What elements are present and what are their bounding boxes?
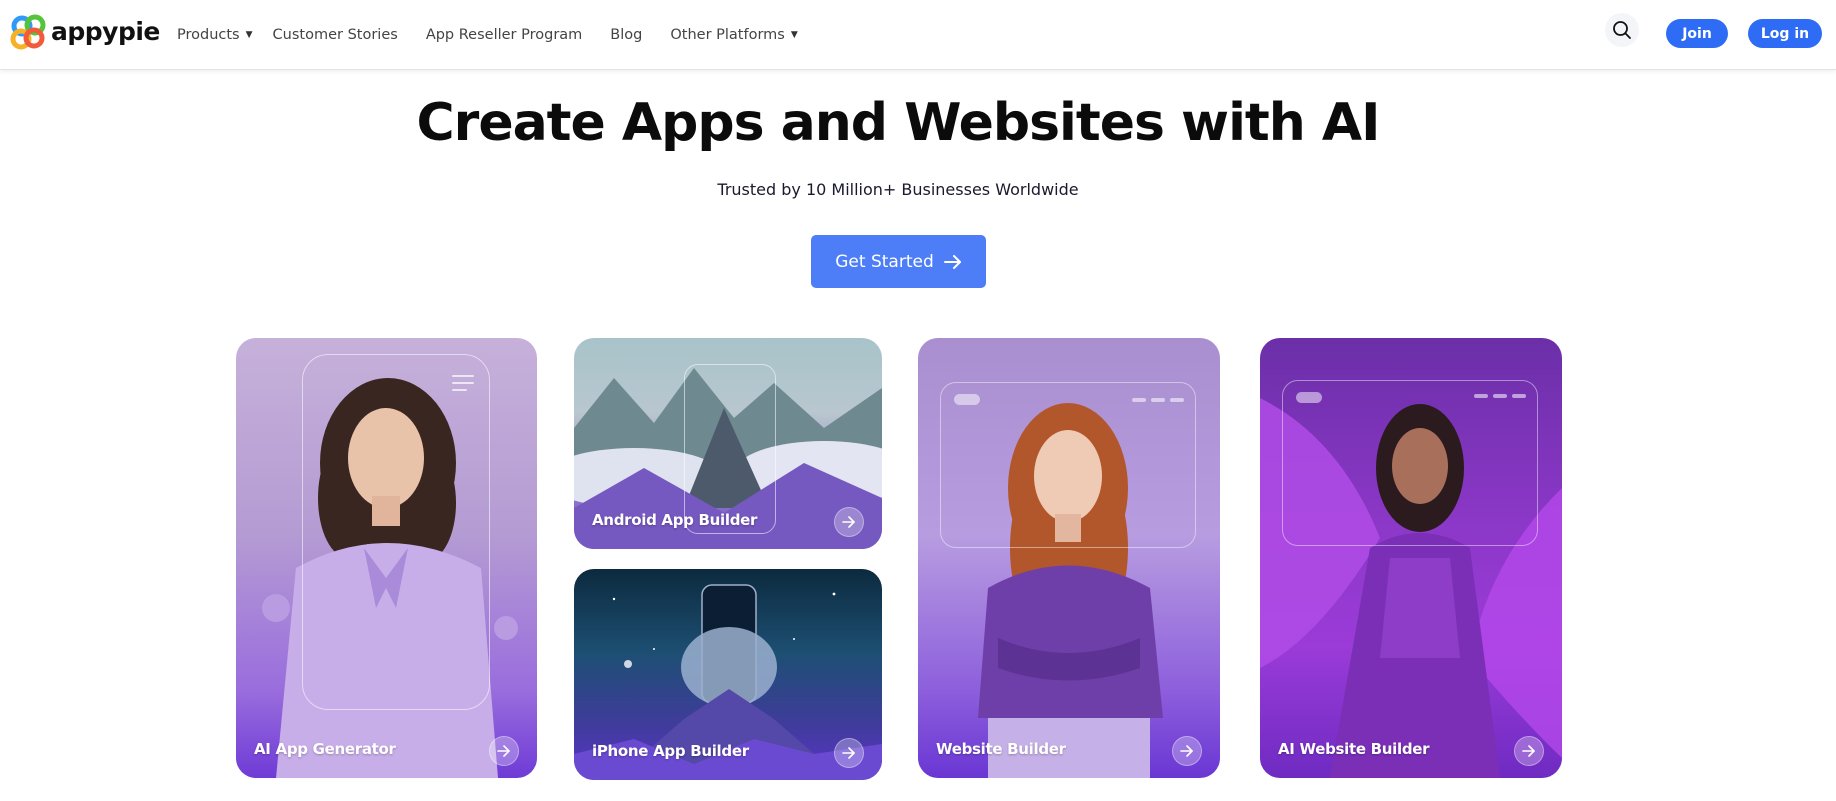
search-button[interactable] xyxy=(1605,13,1639,47)
appypie-logo[interactable]: appypie xyxy=(10,14,160,50)
browser-frame-decoration xyxy=(940,382,1196,548)
nav-other-platforms[interactable]: Other Platforms ▼ xyxy=(670,27,797,43)
nav-other-platforms-label: Other Platforms xyxy=(670,27,785,43)
nav-blog-label: Blog xyxy=(610,27,643,43)
nav-app-reseller-label: App Reseller Program xyxy=(425,27,583,43)
card-android-app-builder-label: Android App Builder xyxy=(592,511,758,529)
get-started-button[interactable]: Get Started xyxy=(811,235,986,288)
site-header: appypie Products ▼ Customer Stories App … xyxy=(0,0,1836,70)
get-started-label: Get Started xyxy=(835,251,934,272)
nav-customer-stories[interactable]: Customer Stories xyxy=(273,27,398,43)
browser-pill-decoration xyxy=(954,394,980,405)
join-button[interactable]: Join xyxy=(1666,19,1728,48)
phone-frame-decoration xyxy=(302,354,490,710)
chevron-down-icon: ▼ xyxy=(245,30,253,40)
card-iphone-app-builder[interactable]: iPhone App Builder xyxy=(574,569,882,780)
nav-blog[interactable]: Blog xyxy=(610,27,642,43)
browser-dots-decoration xyxy=(1132,398,1184,402)
card-ai-website-builder[interactable]: AI Website Builder xyxy=(1260,338,1562,778)
arrow-right-icon xyxy=(943,254,962,269)
phone-frame-decoration xyxy=(684,364,776,534)
nav-products-label: Products xyxy=(177,27,240,43)
nav-products[interactable]: Products ▼ xyxy=(177,27,253,43)
menu-icon xyxy=(452,375,474,391)
browser-frame-decoration xyxy=(1282,380,1538,546)
arrow-right-icon[interactable] xyxy=(1514,736,1544,766)
card-android-app-builder[interactable]: Android App Builder xyxy=(574,338,882,549)
arrow-right-icon[interactable] xyxy=(489,736,519,766)
arrow-right-icon[interactable] xyxy=(834,738,864,768)
browser-dots-decoration xyxy=(1474,394,1526,398)
card-ai-website-builder-label: AI Website Builder xyxy=(1278,740,1430,758)
card-website-builder-label: Website Builder xyxy=(936,740,1066,758)
arrow-right-icon[interactable] xyxy=(834,507,864,537)
browser-pill-decoration xyxy=(1296,392,1322,403)
chevron-down-icon: ▼ xyxy=(790,30,798,40)
card-ai-app-generator-label: AI App Generator xyxy=(254,740,396,758)
arrow-right-icon[interactable] xyxy=(1172,736,1202,766)
hero-subtitle: Trusted by 10 Million+ Businesses Worldw… xyxy=(717,180,1079,199)
search-icon xyxy=(1613,21,1631,39)
card-ai-app-generator[interactable]: AI App Generator xyxy=(236,338,537,778)
main-nav: Products ▼ Customer Stories App Reseller… xyxy=(177,0,826,70)
page-title: Create Apps and Websites with AI xyxy=(416,93,1381,153)
brand-name: appypie xyxy=(51,17,160,46)
appypie-logo-icon xyxy=(10,14,46,50)
nav-app-reseller-program[interactable]: App Reseller Program xyxy=(426,27,582,43)
card-website-builder[interactable]: Website Builder xyxy=(918,338,1220,778)
nav-customer-stories-label: Customer Stories xyxy=(272,27,398,43)
card-iphone-app-builder-label: iPhone App Builder xyxy=(592,742,749,760)
login-button[interactable]: Log in xyxy=(1748,19,1822,48)
